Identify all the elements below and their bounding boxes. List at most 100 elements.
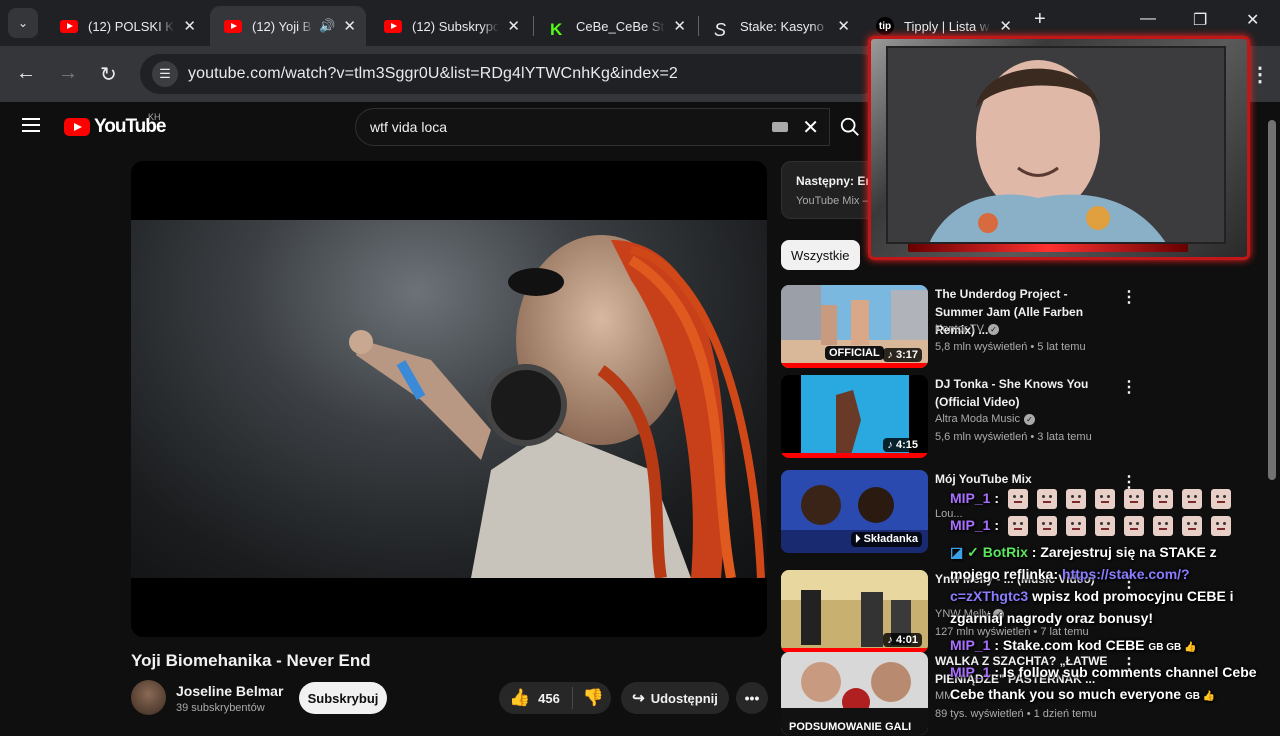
- dislike-icon[interactable]: 👎: [583, 688, 604, 708]
- new-tab-button[interactable]: +: [1034, 8, 1046, 31]
- close-icon[interactable]: ✕: [183, 17, 196, 35]
- youtube-icon: [384, 19, 402, 33]
- webcam-feed: [886, 46, 1226, 244]
- recommendation-channel[interactable]: Kontor.TV ✓: [935, 323, 999, 335]
- emote-icon: [1153, 489, 1174, 510]
- video-still-image: [349, 235, 765, 578]
- duration-badge: ♪ 4:15: [883, 438, 922, 452]
- playlist-next-card[interactable]: Następny: Er YouTube Mix – Za: [781, 161, 881, 219]
- search-button[interactable]: [830, 108, 870, 146]
- chat-message: MIP_1 : Is follow sub comments channel C…: [950, 664, 1257, 702]
- share-button[interactable]: ↪ Udostępnij: [621, 682, 729, 714]
- hamburger-menu-icon[interactable]: [22, 118, 40, 136]
- video-frame[interactable]: [131, 220, 767, 578]
- stake-icon: S: [714, 19, 727, 40]
- tab-search-button[interactable]: ⌄: [8, 8, 38, 38]
- more-vertical-icon[interactable]: ⋮: [1121, 287, 1137, 307]
- close-icon[interactable]: ✕: [999, 17, 1012, 35]
- more-horizontal-icon: •••: [744, 690, 760, 706]
- forward-arrow-icon[interactable]: →: [58, 62, 78, 85]
- emote-icon: [1008, 489, 1029, 510]
- clear-search-icon[interactable]: ✕: [802, 115, 819, 140]
- duration-text: 3:17: [895, 349, 918, 361]
- back-arrow-icon[interactable]: ←: [16, 62, 36, 85]
- tab-separator: [533, 16, 534, 36]
- site-settings-icon[interactable]: ☰: [152, 61, 178, 87]
- duration-badge: ♪ 3:17: [883, 348, 922, 362]
- video-player[interactable]: [131, 161, 767, 637]
- recommendation-meta: 5,8 mln wyświetleń • 5 lat temu: [935, 341, 1086, 353]
- chip-all[interactable]: Wszystkie: [781, 240, 860, 270]
- next-up-title: Następny: Er: [796, 174, 871, 188]
- browser-tab-3[interactable]: (12) Subskrypcje ✕: [370, 6, 530, 46]
- youtube-icon: [60, 19, 78, 33]
- mix-label: Składanka: [863, 533, 918, 545]
- minimize-button[interactable]: —: [1140, 10, 1156, 28]
- search-icon: [840, 117, 859, 136]
- close-icon[interactable]: ✕: [673, 17, 686, 35]
- country-code: KH: [148, 112, 161, 122]
- chat-username: MIP_1: [950, 517, 991, 533]
- restore-button[interactable]: ❐: [1193, 10, 1207, 30]
- chat-username: MIP_1: [950, 637, 991, 653]
- youtube-logo[interactable]: YouTube KH: [64, 112, 166, 138]
- chat-username: MIP_1: [950, 490, 991, 506]
- emote-icon: [1182, 489, 1203, 510]
- emote-icon: [1066, 489, 1087, 510]
- duration-badge: ♪ 4:01: [883, 633, 922, 647]
- speaker-icon[interactable]: 🔊: [319, 18, 335, 34]
- emote-icon: [1066, 516, 1087, 537]
- emote-icon: [1211, 516, 1232, 537]
- chat-message: ◪ ✓ BotRix : Zarejestruj się na STAKE z …: [950, 544, 1234, 626]
- video-thumbnail[interactable]: ⏵ Składanka: [781, 470, 928, 553]
- video-thumbnail[interactable]: ♪ 4:15: [781, 375, 928, 458]
- channel-avatar[interactable]: [131, 680, 166, 715]
- url-text[interactable]: youtube.com/watch?v=tlm3Sggr0U&list=RDg4…: [188, 65, 678, 83]
- thumbnail-caption: PODSUMOWANIE GALI: [789, 721, 912, 733]
- emote-icon: [1037, 489, 1058, 510]
- browser-tab-5[interactable]: S Stake: Kasyno ✕: [700, 6, 860, 46]
- recommendation-title[interactable]: DJ Tonka - She Knows You (Official Video…: [935, 375, 1113, 411]
- search-box[interactable]: wtf vida loca ✕: [355, 108, 830, 146]
- channel-label: Altra Moda Music: [935, 413, 1020, 425]
- tab-title: (12) Yoji B: [252, 18, 312, 34]
- browser-tab-4[interactable]: K CeBe_CeBe Str ✕: [536, 6, 696, 46]
- keyboard-icon[interactable]: [772, 122, 789, 132]
- emote-icon: [1095, 489, 1116, 510]
- webcam-image: [888, 48, 1224, 242]
- chat-text: Stake.com kod CEBE: [1002, 637, 1145, 653]
- share-label: Udostępnij: [650, 690, 718, 706]
- subscribe-button[interactable]: Subskrybuj: [299, 682, 387, 714]
- bot-icon: ◪: [950, 544, 964, 560]
- close-icon[interactable]: ✕: [507, 17, 520, 35]
- close-icon[interactable]: ✕: [837, 17, 850, 35]
- browser-menu-icon[interactable]: ⋮: [1250, 62, 1270, 87]
- video-thumbnail[interactable]: OFFICIAL ♪ 3:17: [781, 285, 928, 368]
- recommendation-item[interactable]: OFFICIAL ♪ 3:17 The Underdog Project - S…: [781, 285, 1181, 369]
- recommendation-item[interactable]: ♪ 4:15 DJ Tonka - She Knows You (Officia…: [781, 375, 1181, 459]
- more-vertical-icon[interactable]: ⋮: [1121, 377, 1137, 397]
- browser-tab-1[interactable]: (12) POLSKI KI ✕: [46, 6, 206, 46]
- scrollbar-thumb[interactable]: [1268, 120, 1276, 480]
- recommendation-channel[interactable]: Altra Moda Music ✓: [935, 413, 1035, 425]
- reload-icon[interactable]: ↻: [100, 62, 117, 87]
- recommendation-meta: 5,6 mln wyświetleń • 3 lata temu: [935, 431, 1092, 443]
- close-window-button[interactable]: ✕: [1246, 10, 1259, 30]
- tab-title: (12) Subskrypcje: [412, 18, 500, 34]
- stream-chat-overlay: MIP_1 : MIP_1 : ◪ ✓ BotRix : Zarejestruj…: [950, 483, 1280, 720]
- webcam-overlay: [868, 36, 1250, 260]
- search-input[interactable]: wtf vida loca: [370, 119, 772, 135]
- video-title: Yoji Biomehanika - Never End: [131, 651, 371, 670]
- video-thumbnail[interactable]: ♪ 4:01: [781, 570, 928, 653]
- address-bar[interactable]: ☰ youtube.com/watch?v=tlm3Sggr0U&list=RD…: [140, 54, 880, 94]
- video-thumbnail[interactable]: PODSUMOWANIE GALI: [781, 652, 928, 735]
- more-actions-button[interactable]: •••: [736, 682, 768, 714]
- browser-tab-2[interactable]: (12) Yoji B 🔊 ✕: [210, 6, 366, 46]
- like-icon[interactable]: 👍: [509, 688, 530, 708]
- close-icon[interactable]: ✕: [343, 17, 356, 35]
- like-count[interactable]: 456: [538, 691, 560, 706]
- chat-username: MIP_1: [950, 664, 991, 680]
- like-dislike-group: 👍 456 👎: [499, 682, 611, 714]
- channel-name[interactable]: Joseline Belmar: [176, 683, 283, 699]
- kick-icon: K: [550, 19, 563, 39]
